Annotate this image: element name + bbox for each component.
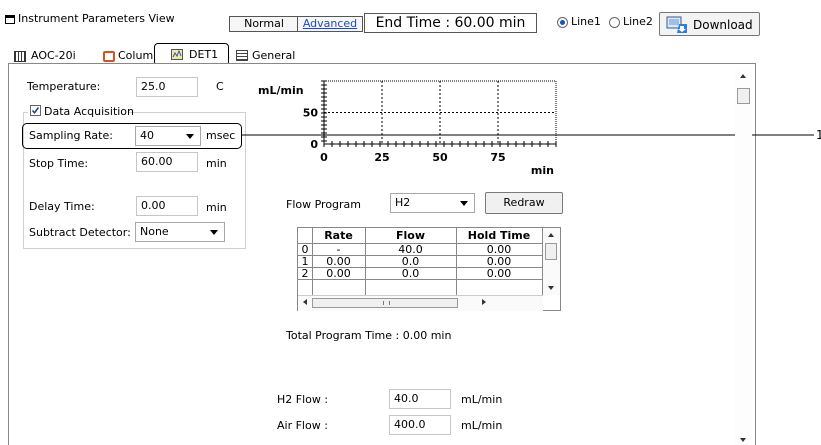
column-header-flow[interactable]: Flow (365, 229, 456, 242)
scroll-up-icon[interactable] (548, 233, 554, 237)
table-hscroll-thumb[interactable] (312, 298, 458, 308)
chevron-down-icon (210, 230, 218, 235)
rate-cell[interactable]: 0.00 (312, 267, 365, 280)
x-tick-label: 50 (432, 151, 448, 164)
temperature-unit: C (216, 80, 224, 93)
line2-label: Line2 (623, 15, 653, 28)
data-acquisition-label: Data Acquisition (44, 105, 135, 118)
subtract-detector-select[interactable]: None (135, 222, 225, 242)
callout-number: 1 (816, 128, 821, 142)
delay-time-label: Delay Time: (29, 200, 95, 213)
scroll-down-icon[interactable] (548, 286, 554, 290)
scroll-left-icon[interactable] (303, 299, 307, 305)
column-header-rate[interactable]: Rate (312, 229, 365, 242)
y-tick-label: 50 (303, 107, 319, 120)
chevron-down-icon (460, 201, 468, 206)
flow-chart: 50 0 0 25 50 75 mL/min min (258, 78, 558, 183)
sampling-rate-label: Sampling Rate: (29, 129, 113, 142)
scroll-down-icon[interactable] (740, 438, 746, 442)
checkmark-icon (31, 107, 40, 114)
x-axis-label: min (531, 164, 554, 177)
line2-radio[interactable] (609, 17, 620, 28)
flow-chart-svg: 50 00 25 50 75 mL/min min (258, 80, 557, 177)
end-time-display: End Time : 60.00 min (364, 13, 537, 33)
tab-strip (0, 40, 780, 64)
table-vscrollbar[interactable] (543, 228, 560, 295)
flow-program-select[interactable]: H2 (390, 193, 475, 213)
x-tick-label: 0 (320, 151, 328, 164)
tab-general[interactable]: General (252, 48, 295, 64)
column-icon (103, 51, 115, 62)
stop-time-input[interactable]: 60.00 (136, 152, 198, 172)
y-tick-label: 0 (310, 138, 318, 151)
stop-time-label: Stop Time: (29, 157, 89, 170)
advanced-button[interactable]: Advanced (297, 16, 363, 32)
air-flow-label: Air Flow : (277, 419, 328, 432)
x-tick-label: 75 (490, 151, 505, 164)
panel-vscroll-thumb[interactable] (737, 88, 750, 104)
h2-flow-label: H2 Flow : (277, 393, 329, 406)
temperature-label: Temperature: (27, 80, 101, 93)
tab-aoc20i[interactable]: AOC-20i (31, 48, 76, 64)
window-menu-icon[interactable] (5, 15, 15, 24)
table-hscrollbar[interactable] (298, 295, 543, 311)
autosampler-icon (14, 51, 26, 62)
row-index: 2 (301, 267, 309, 280)
scroll-up-icon[interactable] (740, 74, 746, 78)
sampling-rate-select[interactable]: 40 (135, 126, 201, 146)
temperature-input[interactable]: 25.0 (136, 77, 198, 97)
h2-flow-unit: mL/min (461, 393, 503, 406)
delay-time-input[interactable]: 0.00 (136, 196, 198, 216)
panel-vscrollbar[interactable] (735, 68, 752, 445)
y-axis-label: mL/min (258, 84, 304, 97)
general-icon (236, 50, 248, 61)
delay-time-unit: min (206, 201, 227, 214)
stop-time-unit: min (206, 157, 227, 170)
total-program-time: Total Program Time : 0.00 min (286, 329, 452, 342)
line1-radio[interactable] (557, 17, 568, 28)
table-vscroll-thumb[interactable] (545, 243, 557, 260)
hold-time-cell[interactable]: 0.00 (456, 267, 542, 280)
air-flow-unit: mL/min (461, 419, 503, 432)
column-header-hold-time[interactable]: Hold Time (456, 229, 542, 242)
line1-label: Line1 (571, 15, 601, 28)
scroll-right-icon[interactable] (482, 299, 486, 305)
download-label: Download (693, 18, 753, 32)
flow-program-label: Flow Program (286, 198, 362, 211)
tab-det1[interactable]: DET1 (189, 47, 218, 63)
flow-program-table: Rate Flow Hold Time 0 - 40.0 0.00 1 0.00… (297, 227, 561, 311)
air-flow-input[interactable]: 400.0 (389, 415, 451, 435)
download-button[interactable]: Download (659, 12, 760, 36)
window-title: Instrument Parameters View (18, 12, 175, 25)
sampling-rate-unit: msec (206, 129, 236, 142)
h2-flow-input[interactable]: 40.0 (389, 389, 451, 409)
redraw-button[interactable]: Redraw (485, 192, 563, 214)
subtract-detector-label: Subtract Detector: (29, 226, 131, 239)
download-icon (666, 16, 687, 33)
flow-cell[interactable]: 0.0 (365, 267, 456, 280)
detector-icon (171, 49, 183, 60)
x-tick-label: 25 (374, 151, 389, 164)
data-acquisition-checkbox[interactable] (30, 105, 41, 116)
tab-column[interactable]: Columr (118, 48, 158, 64)
normal-button[interactable]: Normal (229, 16, 299, 32)
chevron-down-icon (186, 134, 194, 139)
